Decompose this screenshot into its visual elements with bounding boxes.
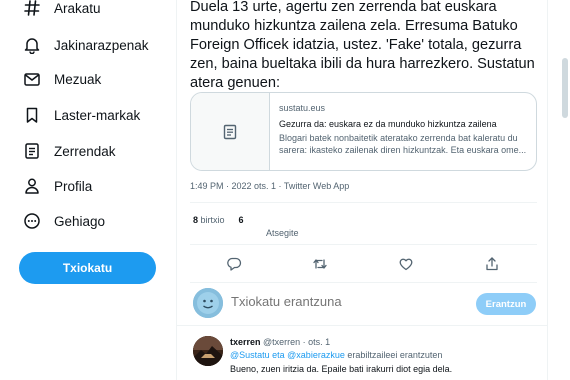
reply-text: Bueno, zuen iritzia da. Epaile bati irak… — [230, 364, 453, 374]
hashtag-icon — [22, 0, 42, 18]
sidebar-item-laster-markak[interactable]: Laster-markak — [22, 100, 140, 130]
mention-suffix: erabiltzaileei erantzuten — [347, 350, 443, 360]
tweet-text: Duela 13 urte, agertu zen zerrenda bat e… — [190, 0, 535, 91]
sidebar-item-label: Jakinarazpenak — [54, 37, 149, 53]
sidebar-item-label: Laster-markak — [54, 107, 141, 123]
sidebar-item-gehiago[interactable]: Gehiago — [22, 206, 105, 236]
retweets-stat[interactable]: 8 birtxio — [193, 215, 225, 225]
heart-icon[interactable] — [396, 254, 416, 274]
sidebar-item-label: Arakatu — [54, 0, 101, 16]
divider — [177, 325, 547, 326]
link-card[interactable]: sustatu.eus Gezurra da: euskara ez da mu… — [190, 92, 537, 171]
divider — [190, 202, 537, 203]
sidebar-item-mezuak[interactable]: Mezuak — [22, 64, 101, 94]
likes-stat[interactable]: 6 — [239, 215, 244, 225]
reply-header: txerren @txerren · ots. 1 — [230, 337, 330, 347]
link-card-title: Gezurra da: euskara ez da munduko hizkun… — [279, 119, 497, 129]
reply-tweet[interactable]: txerren @txerren · ots. 1 @Sustatu eta @… — [177, 328, 549, 380]
sidebar-item-label: Mezuak — [54, 71, 102, 87]
retweets-label: birtxio — [200, 215, 225, 225]
sidebar-item-jakinarazpenak[interactable]: Jakinarazpenak — [22, 30, 149, 60]
reply-author-name[interactable]: txerren — [230, 337, 261, 347]
reply-icon[interactable] — [224, 254, 244, 274]
retweets-count: 8 — [193, 215, 199, 225]
reply-mention-line: @Sustatu eta @xabierazkue erabiltzaileei… — [230, 350, 442, 360]
reply-composer: Erantzun — [177, 284, 549, 324]
tweet-button[interactable]: Txiokatu — [19, 252, 156, 284]
more-circle-icon — [22, 211, 42, 231]
reply-input[interactable] — [231, 294, 431, 309]
reply-author-handle: @txerren · ots. 1 — [263, 337, 331, 347]
sidebar-item-label: Profila — [54, 178, 93, 194]
person-icon — [22, 176, 42, 196]
likes-label[interactable]: Atsegite — [266, 228, 299, 238]
article-icon — [191, 93, 270, 170]
sidebar-item-profila[interactable]: Profila — [22, 171, 92, 201]
mention-links[interactable]: @Sustatu eta @xabierazkue — [230, 350, 345, 360]
divider — [190, 244, 537, 245]
avatar[interactable] — [193, 288, 223, 318]
scrollbar[interactable] — [562, 58, 568, 118]
tweet-stats: 8 birtxio 6 — [193, 215, 244, 225]
sidebar-item-arakatu[interactable]: Arakatu — [22, 0, 101, 23]
likes-count: 6 — [238, 215, 244, 225]
link-card-description: Blogari batek nonbaitetik ateratako zerr… — [279, 133, 527, 155]
sidebar-item-zerrendak[interactable]: Zerrendak — [22, 136, 116, 166]
retweet-icon[interactable] — [310, 254, 330, 274]
tweet-meta[interactable]: 1:49 PM · 2022 ots. 1 · Twitter Web App — [190, 181, 349, 191]
avatar[interactable] — [193, 336, 223, 366]
share-icon[interactable] — [482, 254, 502, 274]
envelope-icon — [22, 69, 42, 89]
link-card-domain: sustatu.eus — [279, 103, 326, 113]
link-card-body: sustatu.eus Gezurra da: euskara ez da mu… — [279, 102, 531, 156]
bookmark-icon — [22, 105, 42, 125]
sidebar: Arakatu Jakinarazpenak Mezuak Laster-mar… — [0, 0, 176, 380]
tweet-actions — [190, 254, 542, 274]
divider — [190, 282, 537, 283]
tweet-detail: Duela 13 urte, agertu zen zerrenda bat e… — [176, 0, 548, 380]
sidebar-item-label: Gehiago — [54, 213, 106, 229]
bell-icon — [22, 35, 42, 55]
list-icon — [22, 141, 42, 161]
reply-button[interactable]: Erantzun — [476, 293, 536, 315]
sidebar-item-label: Zerrendak — [54, 143, 116, 159]
